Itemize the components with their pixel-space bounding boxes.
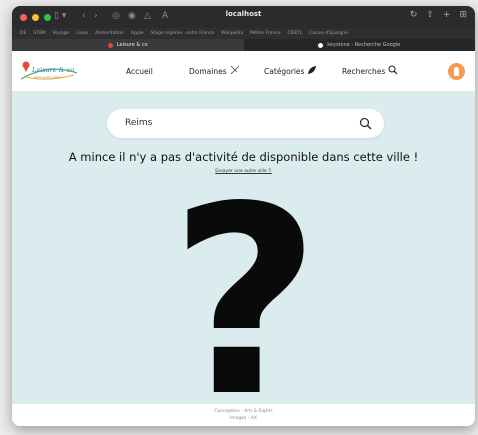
translate-icon[interactable]: A [162,11,168,21]
window-controls [20,13,51,21]
favorite-item[interactable]: Apple [131,31,144,36]
tab-leisure[interactable]: Leisure & co [12,39,244,51]
favorite-item[interactable]: Wikipédia [221,31,243,36]
privacy-icon[interactable]: ◎ [112,11,120,21]
tab-label: keystone - Recherche Google [327,42,401,48]
browser-titlebar: ▯ ▾ ‹ › ◎ ◉ △ A localhost ↻ ⇧ + ⊞ [12,6,475,28]
shield-icon[interactable]: ◉ [128,11,136,21]
favorite-item[interactable]: Météo France [250,31,280,36]
footer-images: Images · AX [230,416,257,421]
logo-tagline: Votre guide loisirs [34,75,61,79]
search-icon[interactable] [359,115,372,134]
nav-categories-label: Catégories [264,66,305,76]
tab-bar: Leisure & co keystone - Recherche Google [12,39,475,51]
favorite-item[interactable]: Caisse d'Épargne [309,31,348,36]
city-search-bar[interactable] [107,109,384,138]
city-search-input[interactable] [123,117,347,129]
tab-google[interactable]: keystone - Recherche Google [244,39,476,51]
cloud-icon[interactable]: △ [144,11,151,21]
user-icon [454,67,459,76]
favorite-item[interactable]: CRBTL [287,31,302,36]
google-favicon-icon [318,42,324,48]
compass-icon [230,65,240,77]
favorite-item[interactable]: Stage Ingénie...entrs France [151,31,214,36]
logo-text: Leisure & co [32,66,75,74]
back-icon[interactable]: ‹ [82,11,86,21]
nav-search[interactable]: Recherches [342,51,398,91]
minimize-window-button[interactable] [32,13,39,21]
favorite-item[interactable]: DE [20,31,26,36]
close-window-button[interactable] [20,13,27,21]
favorite-item[interactable]: ST8M [33,31,45,36]
tab-overview-icon[interactable]: ⊞ [459,10,467,20]
try-another-city-link[interactable]: Essayer une autre ville !! [12,169,475,174]
site-header: Leisure & co Votre guide loisirs Accueil… [12,51,475,92]
favicon-icon [107,42,113,48]
question-mark-glyph: ? [170,192,320,402]
nav-search-label: Recherches [342,66,386,76]
site-logo[interactable]: Leisure & co Votre guide loisirs [18,59,80,83]
share-icon[interactable]: ⇧ [426,10,434,20]
forward-icon[interactable]: › [94,11,98,21]
nav-categories[interactable]: Catégories [264,51,317,91]
main-content: A mince il n'y a pas d'activité de dispo… [12,92,475,404]
tab-label: Leisure & co [116,42,148,48]
maximize-window-button[interactable] [44,13,51,21]
favorite-item[interactable]: Voyage [53,31,70,36]
nav-domains[interactable]: Domaines [189,51,240,91]
question-mark-icon: ? [170,192,320,402]
favorites-bar: DE ST8M Voyage Lieux Alimentation Apple … [12,28,475,39]
nav-home[interactable]: Accueil [126,51,153,91]
nav-domains-label: Domaines [189,66,227,76]
footer-credits: Conception · Arti & Rights [214,409,273,414]
nav-home-label: Accueil [126,66,153,76]
new-tab-icon[interactable]: + [443,10,451,20]
favorite-item[interactable]: Alimentation [95,31,124,36]
browser-window: ▯ ▾ ‹ › ◎ ◉ △ A localhost ↻ ⇧ + ⊞ DE ST8… [12,6,475,426]
sidebar-icon[interactable]: ▯ ▾ [54,11,66,21]
address-bar[interactable]: localhost [226,10,262,18]
site-footer: Conception · Arti & Rights Images · AX [12,404,475,426]
favorite-item[interactable]: Lieux [76,31,88,36]
reload-icon[interactable]: ↻ [410,10,418,20]
no-activity-message: A mince il n'y a pas d'activité de dispo… [68,150,419,164]
user-avatar[interactable] [448,63,465,80]
leaf-icon [307,65,317,77]
magnifier-icon [388,65,398,77]
